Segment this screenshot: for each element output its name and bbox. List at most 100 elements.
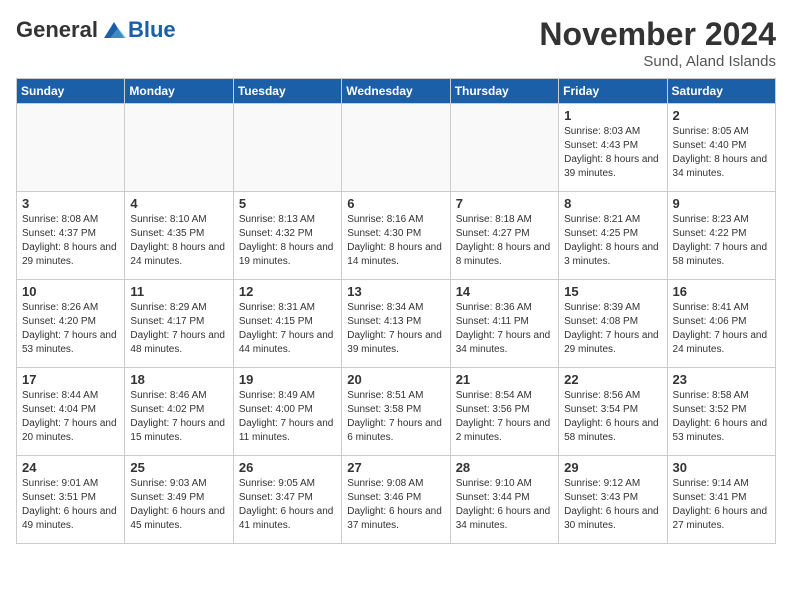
day-number: 13 xyxy=(347,284,444,299)
logo-general-text: General xyxy=(16,17,98,43)
day-info: Sunrise: 8:34 AMSunset: 4:13 PMDaylight:… xyxy=(347,301,444,357)
calendar-cell xyxy=(450,104,558,192)
day-info: Sunrise: 9:14 AMSunset: 3:41 PMDaylight:… xyxy=(673,477,770,533)
day-info: Sunrise: 9:08 AMSunset: 3:46 PMDaylight:… xyxy=(347,477,444,533)
calendar-cell: 3 Sunrise: 8:08 AMSunset: 4:37 PMDaylight… xyxy=(17,192,125,280)
weekday-header: Monday xyxy=(125,79,233,104)
day-info: Sunrise: 9:10 AMSunset: 3:44 PMDaylight:… xyxy=(456,477,553,533)
day-info: Sunrise: 8:23 AMSunset: 4:22 PMDaylight:… xyxy=(673,213,770,269)
day-info: Sunrise: 8:39 AMSunset: 4:08 PMDaylight:… xyxy=(564,301,661,357)
calendar-cell: 20 Sunrise: 8:51 AMSunset: 3:58 PMDayligh… xyxy=(342,368,450,456)
day-info: Sunrise: 8:58 AMSunset: 3:52 PMDaylight:… xyxy=(673,389,770,445)
day-info: Sunrise: 8:31 AMSunset: 4:15 PMDaylight:… xyxy=(239,301,336,357)
day-number: 12 xyxy=(239,284,336,299)
day-info: Sunrise: 8:21 AMSunset: 4:25 PMDaylight:… xyxy=(564,213,661,269)
day-info: Sunrise: 8:05 AMSunset: 4:40 PMDaylight:… xyxy=(673,125,770,181)
day-number: 2 xyxy=(673,108,770,123)
day-info: Sunrise: 9:05 AMSunset: 3:47 PMDaylight:… xyxy=(239,477,336,533)
calendar-cell: 12 Sunrise: 8:31 AMSunset: 4:15 PMDayligh… xyxy=(233,280,341,368)
calendar-cell: 15 Sunrise: 8:39 AMSunset: 4:08 PMDayligh… xyxy=(559,280,667,368)
calendar-week-row: 17 Sunrise: 8:44 AMSunset: 4:04 PMDayligh… xyxy=(17,368,776,456)
calendar-cell: 18 Sunrise: 8:46 AMSunset: 4:02 PMDayligh… xyxy=(125,368,233,456)
day-info: Sunrise: 8:18 AMSunset: 4:27 PMDaylight:… xyxy=(456,213,553,269)
calendar-cell: 16 Sunrise: 8:41 AMSunset: 4:06 PMDayligh… xyxy=(667,280,775,368)
weekday-header-row: SundayMondayTuesdayWednesdayThursdayFrid… xyxy=(17,79,776,104)
day-number: 4 xyxy=(130,196,227,211)
day-info: Sunrise: 8:46 AMSunset: 4:02 PMDaylight:… xyxy=(130,389,227,445)
calendar-cell: 8 Sunrise: 8:21 AMSunset: 4:25 PMDaylight… xyxy=(559,192,667,280)
calendar-cell xyxy=(233,104,341,192)
day-info: Sunrise: 8:49 AMSunset: 4:00 PMDaylight:… xyxy=(239,389,336,445)
day-number: 30 xyxy=(673,460,770,475)
day-number: 27 xyxy=(347,460,444,475)
calendar-cell: 28Sunrise: 9:10 AMSunset: 3:44 PMDayligh… xyxy=(450,456,558,544)
day-number: 9 xyxy=(673,196,770,211)
day-number: 20 xyxy=(347,372,444,387)
calendar-cell: 24 Sunrise: 9:01 AMSunset: 3:51 PMDayligh… xyxy=(17,456,125,544)
calendar-cell: 4 Sunrise: 8:10 AMSunset: 4:35 PMDaylight… xyxy=(125,192,233,280)
calendar-cell: 7 Sunrise: 8:18 AMSunset: 4:27 PMDaylight… xyxy=(450,192,558,280)
calendar-cell: 29Sunrise: 9:12 AMSunset: 3:43 PMDayligh… xyxy=(559,456,667,544)
day-number: 26 xyxy=(239,460,336,475)
day-info: Sunrise: 8:08 AMSunset: 4:37 PMDaylight:… xyxy=(22,213,119,269)
day-info: Sunrise: 9:03 AMSunset: 3:49 PMDaylight:… xyxy=(130,477,227,533)
day-number: 7 xyxy=(456,196,553,211)
weekday-header: Saturday xyxy=(667,79,775,104)
day-info: Sunrise: 8:29 AMSunset: 4:17 PMDaylight:… xyxy=(130,301,227,357)
day-number: 15 xyxy=(564,284,661,299)
title-block: November 2024 Sund, Aland Islands xyxy=(539,16,776,70)
day-info: Sunrise: 9:01 AMSunset: 3:51 PMDaylight:… xyxy=(22,477,119,533)
day-number: 24 xyxy=(22,460,119,475)
day-number: 5 xyxy=(239,196,336,211)
calendar-week-row: 1 Sunrise: 8:03 AMSunset: 4:43 PMDaylight… xyxy=(17,104,776,192)
calendar-cell: 6Sunrise: 8:16 AMSunset: 4:30 PMDaylight… xyxy=(342,192,450,280)
day-number: 1 xyxy=(564,108,661,123)
calendar-cell: 5Sunrise: 8:13 AMSunset: 4:32 PMDaylight… xyxy=(233,192,341,280)
calendar-cell: 14 Sunrise: 8:36 AMSunset: 4:11 PMDayligh… xyxy=(450,280,558,368)
weekday-header: Sunday xyxy=(17,79,125,104)
weekday-header: Wednesday xyxy=(342,79,450,104)
day-number: 16 xyxy=(673,284,770,299)
day-info: Sunrise: 8:44 AMSunset: 4:04 PMDaylight:… xyxy=(22,389,119,445)
calendar-cell: 11 Sunrise: 8:29 AMSunset: 4:17 PMDayligh… xyxy=(125,280,233,368)
calendar-week-row: 3 Sunrise: 8:08 AMSunset: 4:37 PMDaylight… xyxy=(17,192,776,280)
weekday-header: Friday xyxy=(559,79,667,104)
calendar-cell: 19Sunrise: 8:49 AMSunset: 4:00 PMDayligh… xyxy=(233,368,341,456)
calendar-cell xyxy=(342,104,450,192)
calendar-cell: 25 Sunrise: 9:03 AMSunset: 3:49 PMDayligh… xyxy=(125,456,233,544)
day-number: 18 xyxy=(130,372,227,387)
day-number: 21 xyxy=(456,372,553,387)
calendar-cell: 23 Sunrise: 8:58 AMSunset: 3:52 PMDayligh… xyxy=(667,368,775,456)
day-info: Sunrise: 8:56 AMSunset: 3:54 PMDaylight:… xyxy=(564,389,661,445)
day-info: Sunrise: 8:10 AMSunset: 4:35 PMDaylight:… xyxy=(130,213,227,269)
month-title: November 2024 xyxy=(539,16,776,53)
day-number: 29 xyxy=(564,460,661,475)
day-info: Sunrise: 8:03 AMSunset: 4:43 PMDaylight:… xyxy=(564,125,661,181)
calendar-cell: 9 Sunrise: 8:23 AMSunset: 4:22 PMDaylight… xyxy=(667,192,775,280)
calendar-cell: 13 Sunrise: 8:34 AMSunset: 4:13 PMDayligh… xyxy=(342,280,450,368)
day-number: 3 xyxy=(22,196,119,211)
day-number: 23 xyxy=(673,372,770,387)
logo-blue-text: Blue xyxy=(128,17,176,43)
day-info: Sunrise: 8:36 AMSunset: 4:11 PMDaylight:… xyxy=(456,301,553,357)
day-number: 10 xyxy=(22,284,119,299)
day-info: Sunrise: 8:54 AMSunset: 3:56 PMDaylight:… xyxy=(456,389,553,445)
calendar-cell: 27 Sunrise: 9:08 AMSunset: 3:46 PMDayligh… xyxy=(342,456,450,544)
calendar-cell: 21 Sunrise: 8:54 AMSunset: 3:56 PMDayligh… xyxy=(450,368,558,456)
calendar-cell: 17 Sunrise: 8:44 AMSunset: 4:04 PMDayligh… xyxy=(17,368,125,456)
page-header: General Blue November 2024 Sund, Aland I… xyxy=(16,16,776,70)
day-info: Sunrise: 8:41 AMSunset: 4:06 PMDaylight:… xyxy=(673,301,770,357)
calendar-week-row: 10 Sunrise: 8:26 AMSunset: 4:20 PMDayligh… xyxy=(17,280,776,368)
day-info: Sunrise: 8:26 AMSunset: 4:20 PMDaylight:… xyxy=(22,301,119,357)
day-info: Sunrise: 8:51 AMSunset: 3:58 PMDaylight:… xyxy=(347,389,444,445)
day-number: 25 xyxy=(130,460,227,475)
day-number: 17 xyxy=(22,372,119,387)
calendar-cell: 1 Sunrise: 8:03 AMSunset: 4:43 PMDaylight… xyxy=(559,104,667,192)
day-number: 11 xyxy=(130,284,227,299)
calendar-cell: 22Sunrise: 8:56 AMSunset: 3:54 PMDayligh… xyxy=(559,368,667,456)
day-number: 6 xyxy=(347,196,444,211)
logo-icon xyxy=(100,16,128,44)
day-number: 8 xyxy=(564,196,661,211)
day-number: 14 xyxy=(456,284,553,299)
calendar-cell: 2 Sunrise: 8:05 AMSunset: 4:40 PMDaylight… xyxy=(667,104,775,192)
